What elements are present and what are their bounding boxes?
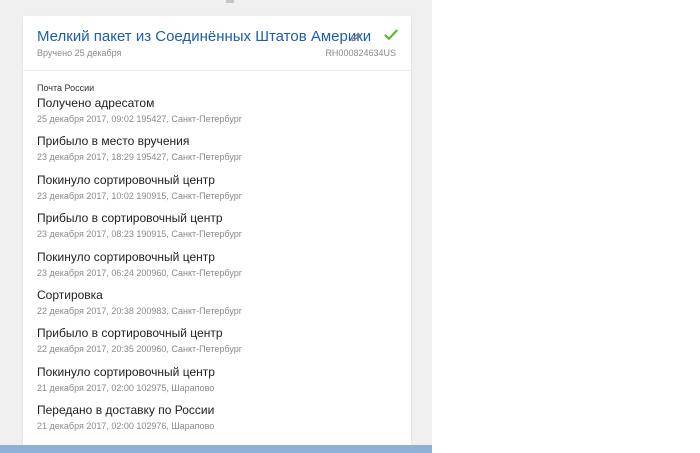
- delivery-status: Вручено 25 декабря: [37, 48, 122, 58]
- pencil-icon[interactable]: [350, 31, 362, 43]
- event-item: Сортировка 22 декабря 2017, 20:38 200983…: [37, 288, 397, 326]
- event-status: Получено адресатом: [37, 96, 155, 110]
- parcel-header: Мелкий пакет из Соединённых Штатов Амери…: [23, 16, 411, 71]
- event-status: Прибыло в сортировочный центр: [37, 326, 223, 341]
- event-details: 23 декабря 2017, 08:23 190915, Санкт-Пет…: [37, 229, 243, 240]
- event-status: Прибыло в место вручения: [37, 134, 190, 149]
- event-details: 21 декабря 2017, 02:00 102976, Шарапово: [37, 421, 215, 432]
- event-list: Получено адресатом 25 декабря 2017, 09:0…: [37, 96, 397, 442]
- event-details: 23 декабря 2017, 18:29 195427, Санкт-Пет…: [37, 152, 243, 163]
- event-item: Прибыло в сортировочный центр 22 декабря…: [37, 326, 397, 364]
- event-details: 21 декабря 2017, 02:00 102975, Шарапово: [37, 382, 215, 393]
- top-fragment: [226, 0, 234, 3]
- event-item: Покинуло сортировочный центр 23 декабря …: [37, 250, 397, 288]
- check-icon: [384, 29, 398, 40]
- window-bottom-bar: [0, 445, 432, 453]
- event-status: Покинуло сортировочный центр: [37, 364, 215, 379]
- event-item: Передано в доставку по России 21 декабря…: [37, 403, 397, 441]
- tracking-number: RH000824634US: [325, 48, 396, 58]
- event-details: 23 декабря 2017, 06:24 200960, Санкт-Пет…: [37, 267, 243, 278]
- event-item: Покинуло сортировочный центр 21 декабря …: [37, 365, 397, 403]
- event-details: 22 декабря 2017, 20:38 200983, Санкт-Пет…: [37, 305, 243, 316]
- event-status: Передано в доставку по России: [37, 403, 215, 418]
- event-status: Прибыло в сортировочный центр: [37, 211, 223, 226]
- tracking-pane: Мелкий пакет из Соединённых Штатов Амери…: [0, 0, 432, 453]
- event-item: Прибыло в место вручения 23 декабря 2017…: [37, 134, 397, 172]
- event-item: Прибыло в сортировочный центр 23 декабря…: [37, 211, 397, 249]
- event-status: Сортировка: [37, 287, 103, 302]
- event-item: Покинуло сортировочный центр 23 декабря …: [37, 173, 397, 211]
- event-details: 22 декабря 2017, 20:35 200960, Санкт-Пет…: [37, 344, 243, 355]
- carrier-name: Почта России: [37, 83, 95, 93]
- event-item: Получено адресатом 25 декабря 2017, 09:0…: [37, 96, 397, 134]
- event-status: Покинуло сортировочный центр: [37, 249, 215, 264]
- event-status: Покинуло сортировочный центр: [37, 172, 215, 187]
- event-details: 25 декабря 2017, 09:02 195427, Санкт-Пет…: [37, 114, 243, 124]
- event-details: 23 декабря 2017, 10:02 190915, Санкт-Пет…: [37, 190, 243, 201]
- parcel-card: Мелкий пакет из Соединённых Штатов Амери…: [23, 16, 411, 453]
- parcel-title: Мелкий пакет из Соединённых Штатов Амери…: [37, 28, 372, 45]
